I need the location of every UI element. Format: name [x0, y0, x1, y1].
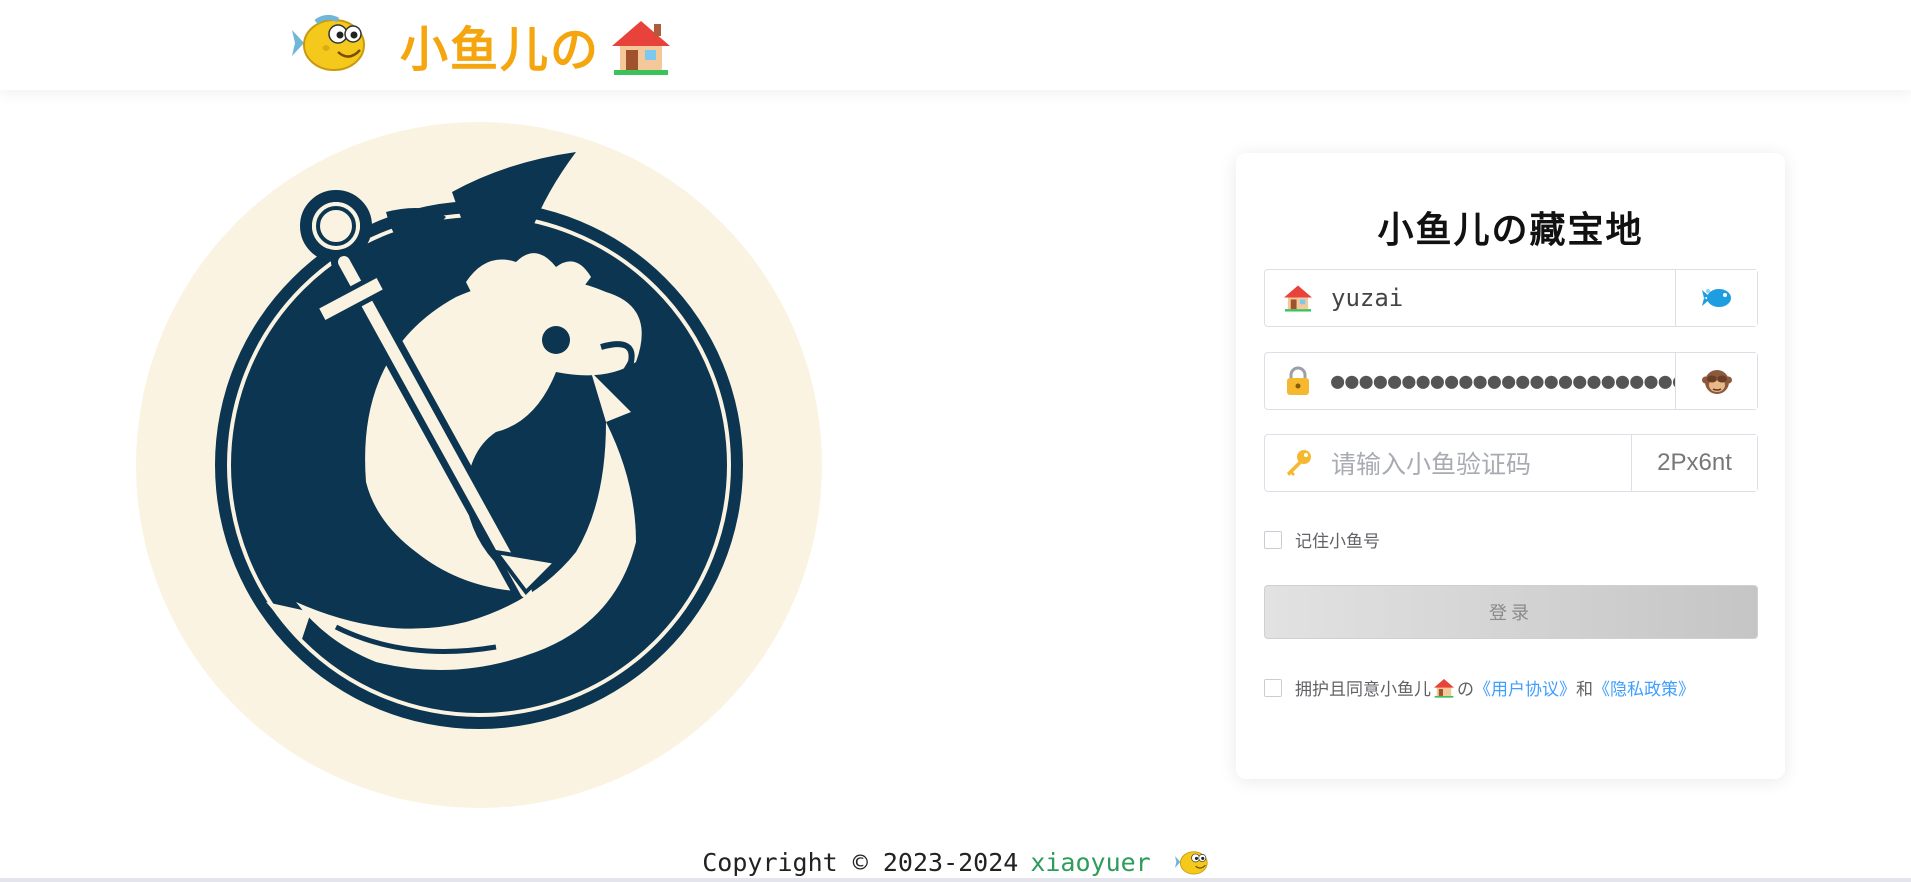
- captcha-prefix: [1265, 435, 1331, 491]
- remember-row[interactable]: 记住小鱼号: [1264, 527, 1380, 552]
- house-icon: [1284, 285, 1312, 312]
- agree-middle: の: [1457, 680, 1474, 700]
- password-input[interactable]: ●●●●●●●●●●●●●●●●●●●●●●●●●●: [1331, 353, 1675, 409]
- see-no-evil-monkey-icon[interactable]: [1701, 366, 1732, 396]
- login-title: 小鱼儿の藏宝地: [1377, 209, 1644, 251]
- login-card: 小鱼儿の藏宝地 yuzai ●●●●●●●●●●●●●●●●●●●●●●●●●●…: [1236, 153, 1785, 779]
- top-bar: 小鱼儿の: [0, 0, 1911, 90]
- agree-prefix: 拥护且同意小鱼儿: [1295, 680, 1431, 700]
- fish-anchor-emblem: [136, 122, 822, 808]
- author-name: xiaoyuer: [1030, 847, 1151, 877]
- password-prefix: [1265, 353, 1331, 409]
- username-input[interactable]: yuzai: [1331, 270, 1675, 326]
- cartoon-fish-icon[interactable]: [292, 12, 368, 74]
- username-append[interactable]: [1675, 270, 1757, 326]
- password-field[interactable]: ●●●●●●●●●●●●●●●●●●●●●●●●●●: [1264, 352, 1758, 410]
- key-icon: [1287, 450, 1311, 476]
- captcha-code[interactable]: 2Px6nt: [1631, 435, 1757, 491]
- username-field[interactable]: yuzai: [1264, 269, 1758, 327]
- brand-text: 小鱼儿の: [400, 22, 601, 78]
- house-icon: [1434, 678, 1454, 698]
- agreement-row[interactable]: 拥护且同意小鱼儿 の 《用户协议》 和 《隐私政策》: [1264, 675, 1695, 700]
- agree-and: 和: [1576, 680, 1593, 700]
- captcha-field[interactable]: 请输入小鱼验证码 2Px6nt: [1264, 434, 1758, 492]
- user-agreement-link[interactable]: 《用户协议》: [1474, 675, 1576, 700]
- blue-fish-icon[interactable]: [1701, 285, 1732, 311]
- brand-title: 小鱼儿の: [400, 14, 672, 78]
- password-append[interactable]: [1675, 353, 1757, 409]
- footer: Copyright © 2023-2024 xiaoyuer: [0, 842, 1911, 882]
- captcha-input[interactable]: 请输入小鱼验证码: [1331, 435, 1631, 491]
- privacy-policy-link[interactable]: 《隐私政策》: [1593, 675, 1695, 700]
- remember-checkbox[interactable]: [1264, 530, 1282, 549]
- login-button[interactable]: 登录: [1264, 585, 1758, 639]
- cartoon-fish-icon: [1174, 851, 1208, 875]
- agree-checkbox[interactable]: [1264, 678, 1282, 697]
- footer-divider: [0, 878, 1911, 882]
- lock-icon: [1287, 366, 1309, 395]
- username-prefix: [1265, 270, 1331, 326]
- remember-label: 记住小鱼号: [1295, 532, 1380, 552]
- copyright-text: Copyright © 2023-2024: [702, 847, 1019, 877]
- house-icon: [612, 21, 671, 75]
